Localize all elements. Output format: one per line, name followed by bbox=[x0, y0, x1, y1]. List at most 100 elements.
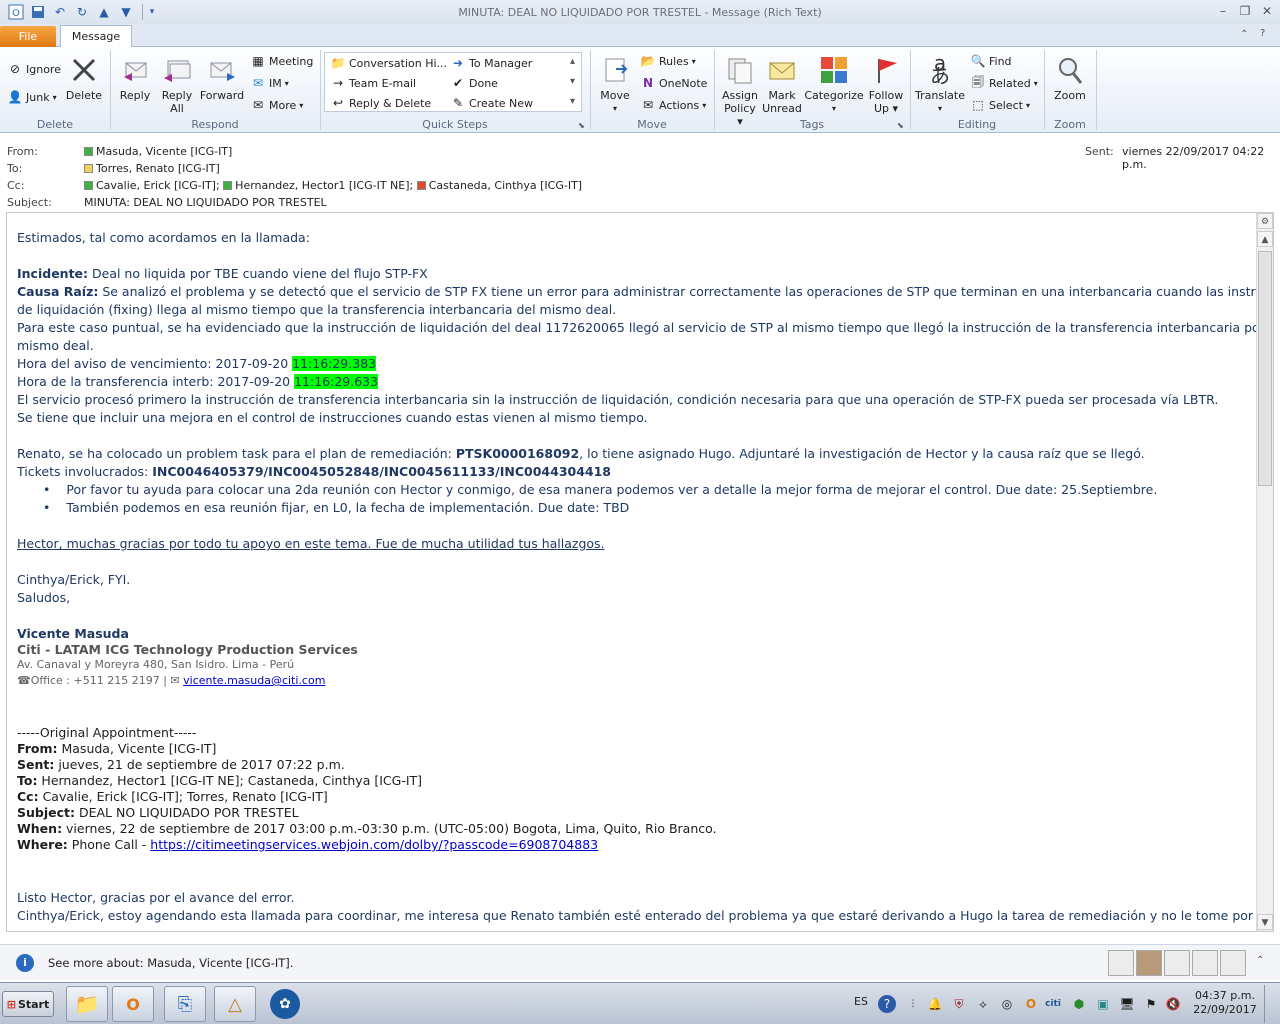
from-value[interactable]: Masuda, Vicente [ICG-IT] bbox=[84, 145, 232, 158]
quick-steps-scroll-up-icon[interactable]: ▴ bbox=[570, 56, 575, 67]
reply-button[interactable]: Reply bbox=[116, 54, 154, 102]
folder-icon: 📁 bbox=[330, 56, 346, 70]
show-desktop-button[interactable] bbox=[1264, 985, 1278, 1023]
contact-photo-placeholder-icon[interactable] bbox=[1192, 950, 1218, 976]
junk-button[interactable]: 👤 Junk ▾ bbox=[7, 88, 57, 106]
rules-button[interactable]: 📂 Rules ▾ bbox=[640, 52, 696, 70]
cc-value[interactable]: Cavalie, Erick [ICG-IT]; Hernandez, Hect… bbox=[84, 179, 582, 192]
collapse-ribbon-icon[interactable]: ⌃ bbox=[1240, 29, 1248, 40]
signature-email-link[interactable]: vicente.masuda@citi.com bbox=[183, 674, 325, 687]
contact-photo-placeholder-icon[interactable] bbox=[1164, 950, 1190, 976]
junk-icon: 👤 bbox=[7, 90, 23, 104]
onenote-button[interactable]: N OneNote bbox=[640, 74, 707, 92]
taskbar-network-app[interactable]: ⎘ bbox=[164, 986, 206, 1022]
contact-photo-placeholder-icon[interactable] bbox=[1108, 950, 1134, 976]
actions-icon: ✉ bbox=[642, 98, 654, 112]
system-clock[interactable]: 04:37 p.m. 22/09/2017 bbox=[1192, 989, 1258, 1017]
forward-button[interactable]: Forward bbox=[200, 54, 244, 102]
tray-app-icon[interactable]: 🔔 bbox=[926, 995, 944, 1013]
tray-monitor-icon[interactable]: 🖥 bbox=[1118, 995, 1136, 1013]
tray-security-icon[interactable]: ⛨ bbox=[950, 995, 968, 1013]
presence-busy-icon bbox=[416, 181, 426, 190]
related-button[interactable]: 🗐 Related ▾ bbox=[970, 74, 1038, 92]
start-button[interactable]: ⊞ Start bbox=[2, 991, 54, 1017]
taskbar-lync-icon[interactable]: ✿ bbox=[270, 989, 300, 1019]
mejora-line: Se tiene que incluir una mejora en el co… bbox=[17, 410, 648, 425]
signature-company: Citi - LATAM ICG Technology Production S… bbox=[17, 642, 358, 657]
view-options-icon[interactable]: ⚙ bbox=[1257, 213, 1273, 229]
reply-icon bbox=[119, 54, 151, 86]
tab-message[interactable]: Message bbox=[60, 25, 132, 48]
tray-sync-icon[interactable]: ◎ bbox=[998, 995, 1016, 1013]
forward-arrow-icon: ➜ bbox=[452, 56, 464, 70]
quick-step-reply-delete[interactable]: ↩ Reply & Delete bbox=[330, 94, 431, 112]
contact-photo[interactable] bbox=[1136, 950, 1162, 976]
assign-policy-button[interactable]: Assign Policy ▾ bbox=[720, 54, 760, 128]
find-button[interactable]: 🔍 Find bbox=[970, 52, 1012, 70]
tray-network-icon[interactable]: ⟡ bbox=[974, 995, 992, 1013]
taskbar-drawing-app[interactable]: △ bbox=[214, 986, 256, 1022]
people-pane-text[interactable]: See more about: Masuda, Vicente [ICG-IT]… bbox=[48, 956, 293, 970]
select-button[interactable]: ⬚ Select ▾ bbox=[970, 96, 1030, 114]
quick-steps-dialog-launcher-icon[interactable]: ⬊ bbox=[578, 121, 585, 130]
tray-outlook-icon[interactable]: O bbox=[1022, 995, 1040, 1013]
zoom-button[interactable]: Zoom bbox=[1050, 54, 1090, 102]
language-indicator[interactable]: ES bbox=[854, 995, 868, 1008]
tray-flag-icon[interactable]: ⚑ bbox=[1142, 995, 1160, 1013]
categorize-button[interactable]: Categorize ▾ bbox=[804, 54, 864, 115]
scroll-up-icon[interactable]: ▲ bbox=[1257, 231, 1273, 247]
tray-app-icon[interactable]: ⬢ bbox=[1070, 995, 1088, 1013]
meeting-button[interactable]: ▦ Meeting bbox=[250, 52, 313, 70]
vertical-scrollbar[interactable]: ⚙ ▲ ▼ bbox=[1256, 213, 1273, 931]
caso-line-1: Para este caso puntual, se ha evidenciad… bbox=[17, 320, 1274, 335]
quick-steps-expand-icon[interactable]: ▾ bbox=[570, 96, 575, 107]
signature-address: Av. Canaval y Moreyra 480, San Isidro. L… bbox=[17, 658, 295, 671]
tray-citi-icon[interactable]: citi bbox=[1044, 995, 1062, 1013]
bullet-item: • También podemos en esa reunión fijar, e… bbox=[43, 500, 630, 515]
meeting-link[interactable]: https://citimeetingservices.webjoin.com/… bbox=[150, 837, 598, 852]
to-label: To: bbox=[7, 162, 23, 175]
delete-button[interactable]: Delete bbox=[66, 54, 102, 102]
help-tray-icon[interactable]: ? bbox=[878, 995, 896, 1013]
taskbar-explorer[interactable]: 📁 bbox=[66, 986, 108, 1022]
reply-all-button[interactable]: Reply All bbox=[158, 54, 196, 115]
scrollbar-thumb[interactable] bbox=[1258, 251, 1272, 486]
quick-step-to-manager[interactable]: ➜ To Manager bbox=[450, 54, 532, 72]
subject-label: Subject: bbox=[7, 196, 52, 209]
im-button[interactable]: ✉ IM ▾ bbox=[250, 74, 289, 92]
follow-up-button[interactable]: Follow Up ▾ bbox=[866, 54, 906, 115]
tray-app-icon[interactable]: ▣ bbox=[1094, 995, 1112, 1013]
actions-button[interactable]: ✉ Actions ▾ bbox=[640, 96, 706, 114]
group-label-respond: Respond bbox=[191, 118, 239, 131]
group-label-quick-steps: Quick Steps bbox=[422, 118, 488, 131]
tray-options-icon[interactable]: ⋮ bbox=[904, 995, 922, 1013]
mark-unread-button[interactable]: Mark Unread bbox=[762, 54, 802, 115]
quick-step-conversation-history[interactable]: 📁 Conversation Hi... bbox=[330, 54, 448, 72]
quick-step-done[interactable]: ✔ Done bbox=[450, 74, 498, 92]
quick-step-team-email[interactable]: → Team E-mail bbox=[330, 74, 416, 92]
tab-file[interactable]: File bbox=[0, 26, 56, 47]
orig-where: Where: Phone Call - https://citimeetings… bbox=[17, 837, 599, 852]
maximize-icon[interactable]: ❐ bbox=[1236, 3, 1254, 19]
signature-name: Vicente Masuda bbox=[17, 626, 129, 641]
group-label-delete: Delete bbox=[36, 118, 74, 131]
tags-dialog-launcher-icon[interactable]: ⬊ bbox=[897, 121, 904, 130]
quick-steps-scroll-down-icon[interactable]: ▾ bbox=[570, 76, 575, 87]
close-icon[interactable]: ✕ bbox=[1258, 3, 1276, 19]
to-value[interactable]: Torres, Renato [ICG-IT] bbox=[84, 162, 220, 175]
more-button[interactable]: ✉ More ▾ bbox=[250, 96, 303, 114]
scroll-down-icon[interactable]: ▼ bbox=[1257, 914, 1273, 930]
orig-from: From: Masuda, Vicente [ICG-IT] bbox=[17, 741, 217, 756]
translate-button[interactable]: aあ Translate ▾ bbox=[914, 53, 966, 115]
message-body[interactable]: Estimados, tal como acordamos en la llam… bbox=[6, 212, 1274, 932]
move-button[interactable]: Move ▾ bbox=[596, 54, 634, 115]
help-icon[interactable]: ? bbox=[1260, 28, 1265, 39]
quick-step-create-new[interactable]: ✎ Create New bbox=[450, 94, 533, 112]
expand-people-pane-icon[interactable]: ⌃ bbox=[1256, 955, 1264, 966]
ribbon-tab-row bbox=[0, 24, 1280, 47]
tray-volume-icon[interactable]: 🔇 bbox=[1164, 995, 1182, 1013]
ignore-button[interactable]: ⊘ Ignore bbox=[7, 60, 61, 78]
contact-photo-placeholder-icon[interactable] bbox=[1220, 950, 1246, 976]
minimize-icon[interactable]: – bbox=[1214, 3, 1232, 19]
taskbar-outlook[interactable]: O bbox=[112, 986, 154, 1022]
